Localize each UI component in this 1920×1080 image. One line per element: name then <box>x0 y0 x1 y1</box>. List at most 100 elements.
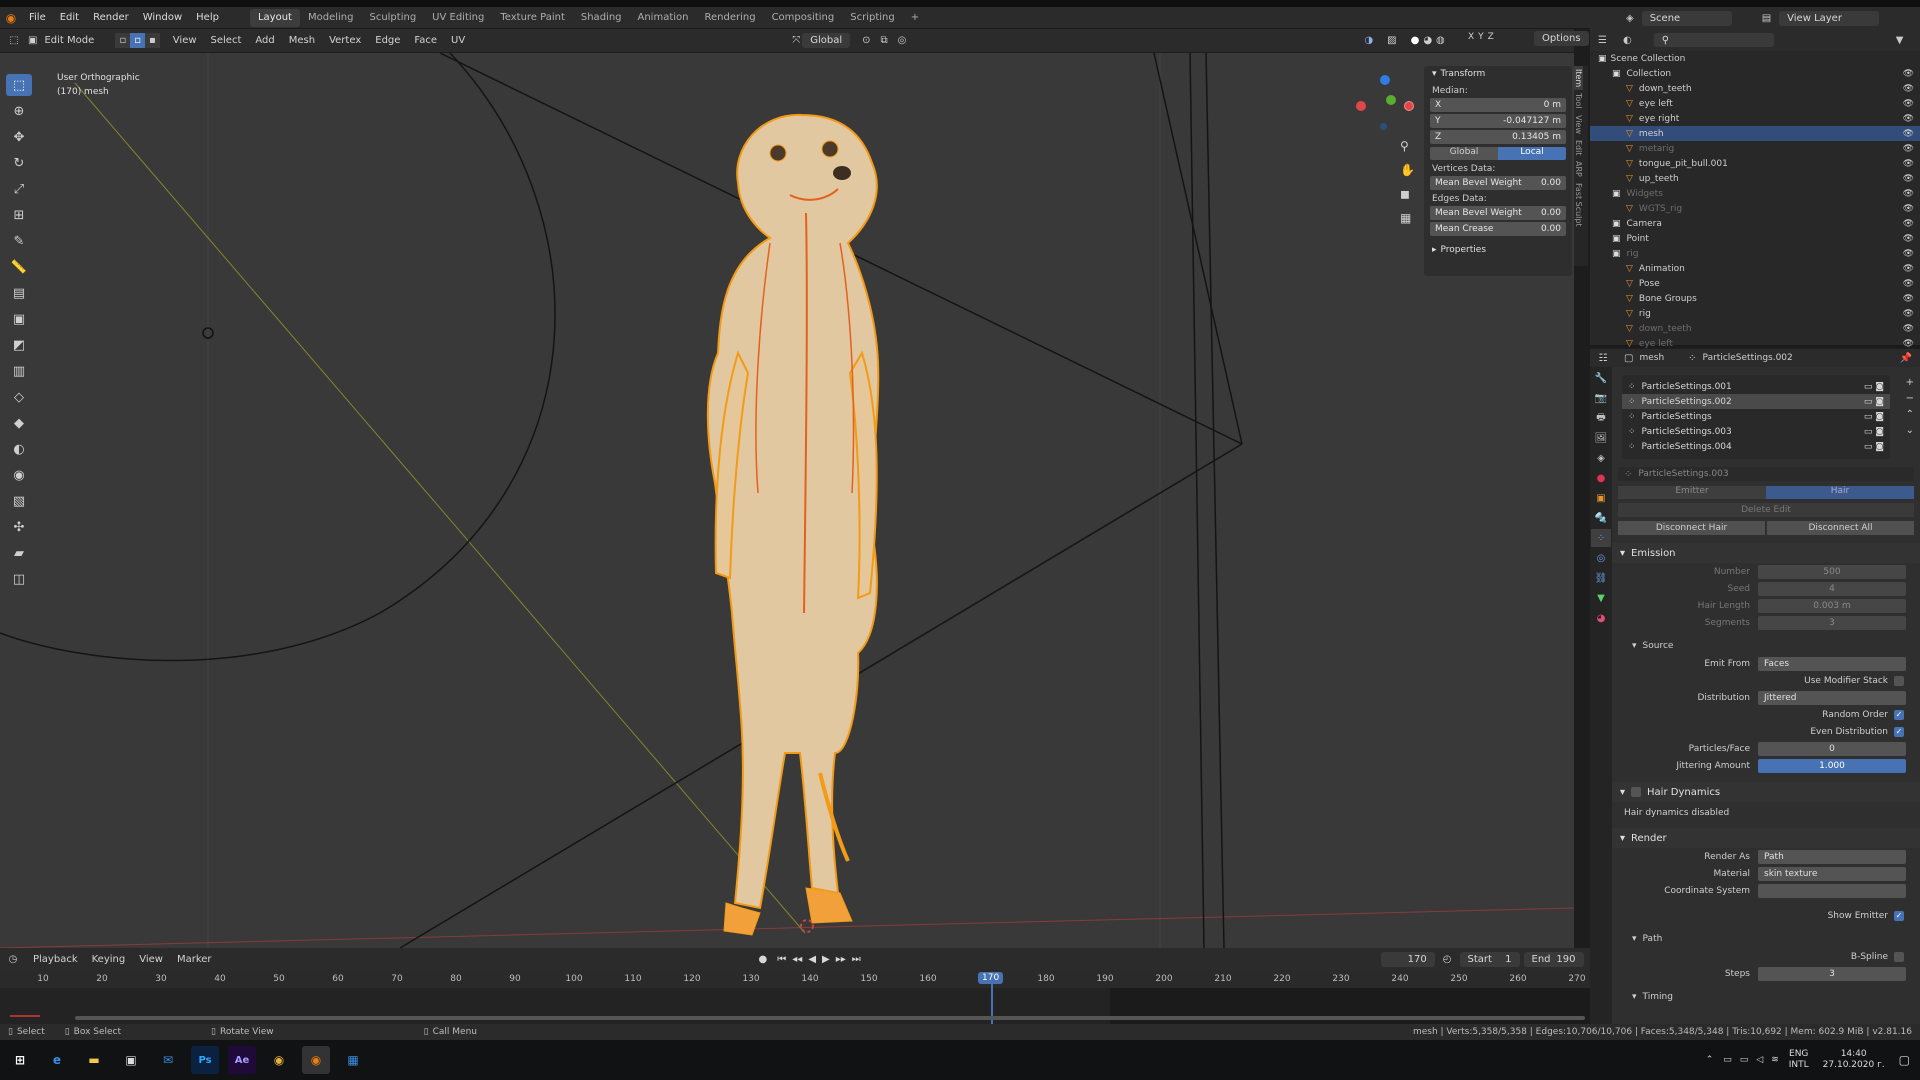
visibility-eye-icon[interactable]: 👁 <box>1903 264 1914 274</box>
outliner-row[interactable]: ▽ mesh 👁 <box>1590 126 1920 141</box>
tab-view[interactable]: View <box>1574 112 1583 137</box>
coordinate-system-field[interactable] <box>1758 883 1906 898</box>
move-down-icon[interactable]: ⌄ <box>1906 423 1914 439</box>
menu-timeline-view[interactable]: View <box>132 948 170 970</box>
mean-bevel-weight-edge-field[interactable]: Mean Bevel Weight 0.00 <box>1430 206 1566 220</box>
seed-field[interactable]: 4 <box>1758 581 1906 596</box>
mean-crease-field[interactable]: Mean Crease 0.00 <box>1430 222 1566 236</box>
output-properties-icon[interactable]: 🖶 <box>1591 409 1611 427</box>
viewport-render-toggle-icon[interactable]: ▭ ◙ <box>1864 412 1884 422</box>
select-mode-vertex-icon[interactable]: ▫ <box>115 33 131 48</box>
delete-edit-button[interactable]: Delete Edit <box>1618 503 1914 517</box>
viewport-render-toggle-icon[interactable]: ▭ ◙ <box>1864 382 1884 392</box>
playhead-frame-badge[interactable]: 170 <box>978 972 1004 984</box>
visibility-eye-icon[interactable]: 👁 <box>1903 279 1914 289</box>
rotate-tool-icon[interactable]: ↻ <box>6 152 32 174</box>
inset-tool-icon[interactable]: ▣ <box>6 308 32 330</box>
visibility-eye-icon[interactable]: 👁 <box>1903 189 1914 199</box>
particles-face-field[interactable]: 0 <box>1758 741 1906 756</box>
xray-icon[interactable]: ▨ <box>1387 35 1396 46</box>
world-properties-icon[interactable]: ● <box>1591 469 1611 487</box>
edge-slide-tool-icon[interactable]: ▧ <box>6 490 32 512</box>
tool-properties-icon[interactable]: 🔧 <box>1591 369 1611 387</box>
remove-slot-icon[interactable]: − <box>1906 391 1914 407</box>
render-section[interactable]: ▾ Render <box>1612 828 1920 848</box>
visibility-eye-icon[interactable]: 👁 <box>1903 174 1914 184</box>
transform-tool-icon[interactable]: ⊞ <box>6 204 32 226</box>
tab-sculpting[interactable]: Sculpting <box>361 9 424 27</box>
even-distribution-checkbox[interactable]: ✓ <box>1894 726 1904 737</box>
properties-editor-icon[interactable]: ☷ <box>1590 353 1616 364</box>
menu-select[interactable]: Select <box>204 30 249 52</box>
record-icon[interactable]: ● <box>759 954 768 965</box>
visibility-eye-icon[interactable]: 👁 <box>1903 294 1914 304</box>
outliner[interactable]: ▣ Scene Collection ▣ Collection 👁 ▽ down_tee… <box>1590 51 1920 349</box>
visibility-eye-icon[interactable]: 👁 <box>1903 249 1914 259</box>
proportional-edit-icon[interactable]: ◎ <box>898 35 907 46</box>
segments-field[interactable]: 3 <box>1758 615 1906 630</box>
outliner-row[interactable]: ▣ Widgets 👁 <box>1590 186 1920 201</box>
rip-tool-icon[interactable]: ◫ <box>6 568 32 590</box>
view-layer-properties-icon[interactable]: 🖼 <box>1591 429 1611 447</box>
visibility-eye-icon[interactable]: 👁 <box>1903 219 1914 229</box>
menu-render[interactable]: Render <box>86 7 136 29</box>
measure-tool-icon[interactable]: 📏 <box>6 256 32 278</box>
distribution-select[interactable]: Jittered <box>1758 690 1906 705</box>
gizmo-x-axis[interactable] <box>1356 101 1366 111</box>
language-indicator[interactable]: ENG INTL <box>1789 1049 1809 1071</box>
menu-mesh[interactable]: Mesh <box>282 30 322 52</box>
knife-tool-icon[interactable]: ◇ <box>6 386 32 408</box>
loop-cut-tool-icon[interactable]: ▥ <box>6 360 32 382</box>
outliner-row[interactable]: ▽ Bone Groups 👁 <box>1590 291 1920 306</box>
particle-system-row[interactable]: ⁘ ParticleSettings.001 ▭ ◙ <box>1622 379 1890 394</box>
visibility-eye-icon[interactable]: 👁 <box>1903 144 1914 154</box>
move-tool-icon[interactable]: ✥ <box>6 126 32 148</box>
display-icon[interactable]: ▭ <box>1740 1055 1749 1065</box>
3d-viewport[interactable]: User Orthographic (170) mesh ⚲ ✋ ◼ ▦ <box>0 53 1574 948</box>
modifier-properties-icon[interactable]: 🔩 <box>1591 509 1611 527</box>
prev-keyframe-icon[interactable]: ◂◂ <box>792 954 802 965</box>
outliner-row[interactable]: ▽ down_teeth 👁 <box>1590 321 1920 336</box>
navigation-gizmo[interactable] <box>1356 75 1416 135</box>
outliner-row[interactable]: ▽ up_teeth 👁 <box>1590 171 1920 186</box>
emission-section[interactable]: ▾ Emission <box>1612 543 1920 563</box>
pivot-icon[interactable]: ⊙ <box>862 35 870 46</box>
wifi-icon[interactable]: ≋ <box>1771 1055 1779 1065</box>
outliner-row[interactable]: ▣ rig 👁 <box>1590 246 1920 261</box>
random-order-checkbox[interactable]: ✓ <box>1894 709 1904 720</box>
visibility-eye-icon[interactable]: 👁 <box>1903 234 1914 244</box>
outliner-row[interactable]: ▽ rig 👁 <box>1590 306 1920 321</box>
jump-start-icon[interactable]: ⏮ <box>777 954 786 965</box>
select-box-tool-icon[interactable]: ⬚ <box>6 74 32 96</box>
mirror-z-toggle[interactable]: Z <box>1488 32 1494 42</box>
tab-fast-sculpt[interactable]: Fast Sculpt <box>1574 180 1583 230</box>
gizmo-z-axis[interactable] <box>1380 75 1390 85</box>
gizmo-neg-z[interactable] <box>1380 123 1387 130</box>
settings-datablock[interactable]: ⁘ ParticleSettings.003 <box>1618 467 1914 481</box>
tab-shading[interactable]: Shading <box>573 9 630 27</box>
outliner-row[interactable]: ▽ Animation 👁 <box>1590 261 1920 276</box>
mail-icon[interactable]: ✉ <box>154 1046 182 1074</box>
render-properties-icon[interactable]: 📷 <box>1591 389 1611 407</box>
outliner-row[interactable]: ▽ WGTS_rig 👁 <box>1590 201 1920 216</box>
transform-header[interactable]: ▾ Transform <box>1424 66 1572 82</box>
file-explorer-icon[interactable]: ▬ <box>80 1046 108 1074</box>
menu-help[interactable]: Help <box>189 7 226 29</box>
visibility-eye-icon[interactable]: 👁 <box>1903 69 1914 79</box>
viewport-render-toggle-icon[interactable]: ▭ ◙ <box>1864 427 1884 437</box>
select-mode-face-icon[interactable]: ▪ <box>145 33 160 48</box>
pan-hand-icon[interactable]: ✋ <box>1400 163 1416 177</box>
timeline-area[interactable]: 10 20 30 40 50 60 70 80 90 100 110 120 130 140 150 160 1… <box>0 970 1590 1024</box>
disconnect-hair-button[interactable]: Disconnect Hair <box>1618 521 1765 535</box>
ortho-toggle-icon[interactable]: ▦ <box>1400 211 1416 225</box>
edge-browser-icon[interactable]: e <box>43 1046 71 1074</box>
volume-icon[interactable]: ◁ <box>1756 1055 1763 1065</box>
menu-face[interactable]: Face <box>407 30 444 52</box>
physics-properties-icon[interactable]: ◎ <box>1591 549 1611 567</box>
median-z-field[interactable]: Z 0.13405 m <box>1430 130 1566 144</box>
source-subsection[interactable]: ▾ Source <box>1612 637 1920 655</box>
zoom-icon[interactable]: ⚲ <box>1400 139 1416 153</box>
smooth-tool-icon[interactable]: ◉ <box>6 464 32 486</box>
local-button[interactable]: Local <box>1498 147 1566 160</box>
photoshop-icon[interactable]: Ps <box>191 1046 219 1074</box>
